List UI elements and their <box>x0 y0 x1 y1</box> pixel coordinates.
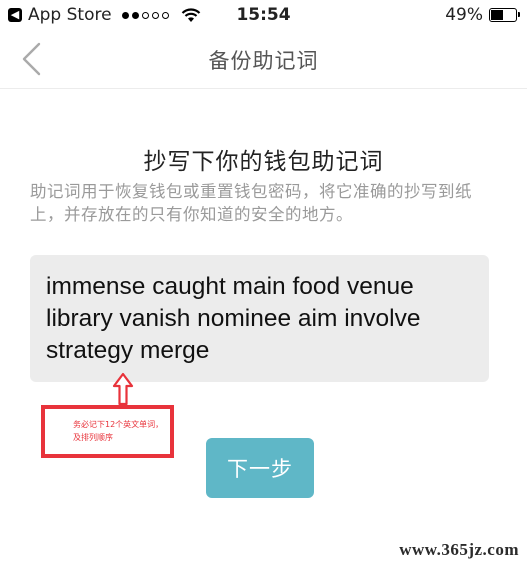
battery-icon <box>489 8 520 22</box>
nav-bar: 备份助记词 <box>0 30 527 89</box>
battery-percent: 49% <box>445 5 483 25</box>
next-button[interactable]: 下一步 <box>206 438 314 498</box>
battery-fill <box>491 10 503 20</box>
watermark: www.365jz.com <box>399 540 519 559</box>
annotation-note: 务必记下12个英文单词，及排列顺序 <box>73 420 164 442</box>
description-text: 助记词用于恢复钱包或重置钱包密码，将它准确的抄写到纸上，并存放在的只有你知道的安… <box>30 182 472 224</box>
status-right: 49% <box>445 5 520 25</box>
section-heading: 抄写下你的钱包助记词 <box>143 149 384 175</box>
mnemonic-words: immense caught main food venue library v… <box>46 273 421 364</box>
mnemonic-box: immense caught main food venue library v… <box>30 255 489 382</box>
annotation-box: 务必记下12个英文单词，及排列顺序 <box>41 405 174 458</box>
page-title: 备份助记词 <box>208 49 319 73</box>
arrow-up-icon <box>112 372 134 406</box>
status-bar: ◀ App Store 15:54 49% <box>0 0 527 30</box>
